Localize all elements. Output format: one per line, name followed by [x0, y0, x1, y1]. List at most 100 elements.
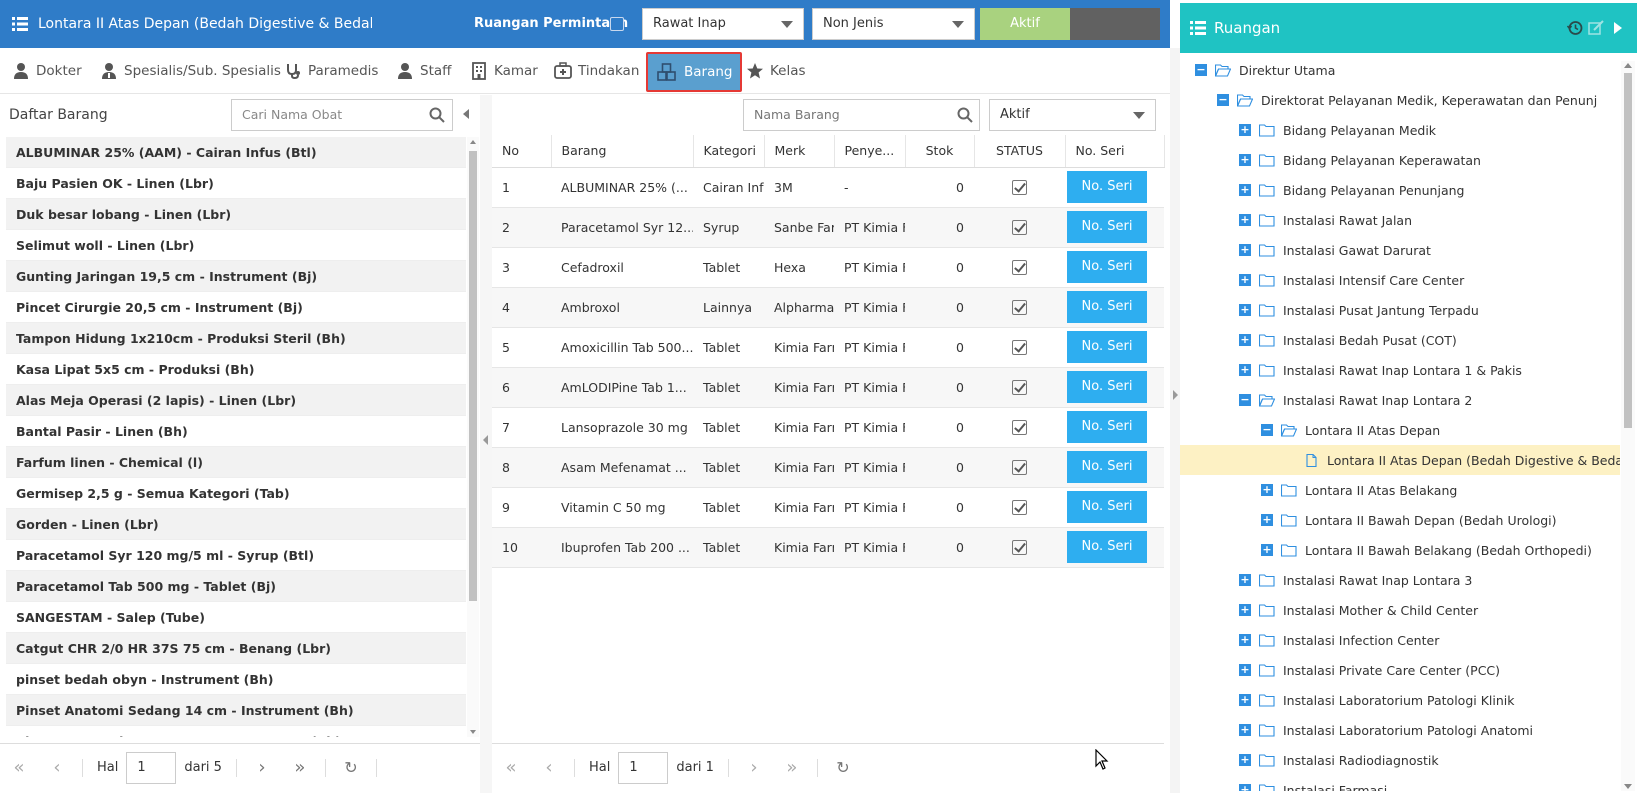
no-seri-button[interactable]: No. Seri [1067, 331, 1147, 363]
collapse-node-icon[interactable]: − [1261, 424, 1273, 436]
ruangan-permintaan-checkbox[interactable] [610, 17, 624, 31]
tree-node[interactable]: + Instalasi Laboratorium Patologi Anatomi [1239, 715, 1533, 745]
no-seri-button[interactable]: No. Seri [1067, 411, 1147, 443]
expand-node-icon[interactable]: + [1261, 484, 1273, 496]
list-item[interactable]: Selimut woll - Linen (Lbr) [6, 230, 466, 261]
column-header[interactable]: STATUS [974, 135, 1066, 168]
left-splitter[interactable] [480, 95, 492, 793]
jenis-select[interactable]: Non Jenis [812, 8, 975, 40]
history-icon[interactable] [1567, 20, 1583, 36]
no-seri-button[interactable]: No. Seri [1067, 451, 1147, 483]
edit-icon[interactable] [1588, 20, 1604, 36]
status-checkbox[interactable] [1012, 380, 1027, 395]
play-icon[interactable] [1612, 20, 1624, 36]
table-row[interactable]: 4 Ambroxol Lainnya Alpharma PT Kimia F 0 No. S… [492, 287, 1164, 328]
tab-spesialis[interactable]: Spesialis/Sub. Spesialis [100, 48, 281, 94]
column-header[interactable]: Penye... [834, 135, 906, 168]
nama-barang-input[interactable]: Nama Barang [743, 99, 980, 131]
scroll-up-icon[interactable] [470, 140, 476, 144]
expand-node-icon[interactable]: + [1239, 214, 1251, 226]
expand-node-icon[interactable]: + [1239, 124, 1251, 136]
left-scrollbar[interactable] [467, 137, 479, 737]
status-checkbox[interactable] [1012, 220, 1027, 235]
table-row[interactable]: 3 Cefadroxil Tablet Hexa PT Kimia F 0 No. Seri [492, 247, 1164, 288]
tree-node[interactable]: + Instalasi Gawat Darurat [1239, 235, 1431, 265]
tab-staff[interactable]: Staff [396, 48, 451, 94]
tab-barang[interactable]: Barang [646, 52, 743, 92]
expand-node-icon[interactable]: + [1239, 304, 1251, 316]
collapse-node-icon[interactable]: − [1239, 394, 1251, 406]
refresh-icon[interactable]: ↻ [824, 758, 862, 777]
prev-page-icon[interactable]: ‹ [530, 757, 568, 778]
expand-arrow-icon[interactable] [1173, 390, 1178, 400]
table-row[interactable]: 10Ibuprofen Tab 200 ...TabletKimia Farma… [492, 527, 1164, 568]
no-seri-button[interactable]: No. Seri [1067, 251, 1147, 283]
scroll-down-icon[interactable] [470, 730, 476, 734]
no-seri-button[interactable]: No. Seri [1067, 171, 1147, 203]
table-row[interactable]: 6AmLODIPine Tab 1...TabletKimia FarmaPT … [492, 367, 1164, 408]
expand-node-icon[interactable]: + [1239, 724, 1251, 736]
expand-node-icon[interactable]: + [1239, 274, 1251, 286]
page-number-input[interactable]: 1 [126, 751, 177, 784]
list-item[interactable]: Pinset Anatomi Sedang 14 cm - Instrument… [6, 695, 466, 726]
list-item[interactable]: Tampon Hidung 1x210cm - Produksi Steril … [6, 323, 466, 354]
scroll-down-icon[interactable] [1624, 784, 1632, 789]
status-checkbox[interactable] [1012, 300, 1027, 315]
column-header[interactable]: Merk [764, 135, 835, 168]
tree-node[interactable]: + Lontara II Bawah Depan (Bedah Urologi) [1261, 505, 1557, 535]
list-item[interactable]: Pincet Cirurgie 20,5 cm - Instrument (Bj… [6, 292, 466, 323]
column-header[interactable]: Barang [551, 135, 694, 168]
list-item[interactable]: Farfum linen - Chemical (l) [6, 447, 466, 478]
tree-node[interactable]: − Direktur Utama [1195, 55, 1335, 85]
table-row[interactable]: 7Lansoprazole 30 mgTabletKimia FarmaPT K… [492, 407, 1164, 448]
list-item[interactable]: Gorden - Linen (Lbr) [6, 509, 466, 540]
expand-node-icon[interactable]: + [1239, 694, 1251, 706]
tab-dokter[interactable]: Dokter [12, 48, 82, 94]
nonaktif-button[interactable] [1070, 8, 1160, 40]
list-item[interactable]: Duk besar lobang - Linen (Lbr) [6, 199, 466, 230]
expand-node-icon[interactable]: + [1239, 784, 1251, 791]
list-item[interactable]: Baju Pasien OK - Linen (Lbr) [6, 168, 466, 199]
expand-node-icon[interactable]: + [1239, 364, 1251, 376]
table-row[interactable]: 8Asam Mefenamat ...TabletKimia FarmaPT K… [492, 447, 1164, 488]
refresh-icon[interactable]: ↻ [332, 758, 370, 777]
tree-node[interactable]: + Instalasi Radiodiagnostik [1239, 745, 1439, 775]
tab-kamar[interactable]: Kamar [470, 48, 538, 94]
expand-node-icon[interactable]: + [1239, 634, 1251, 646]
search-icon[interactable] [429, 107, 445, 123]
cari-obat-input[interactable]: Cari Nama Obat [231, 99, 453, 131]
list-item[interactable]: Pinset Anatomi Besar 20 cm - Instrument … [6, 726, 466, 737]
column-header[interactable]: No. Seri [1065, 135, 1165, 168]
tree-node[interactable]: + Instalasi Mother & Child Center [1239, 595, 1478, 625]
first-page-icon[interactable]: « [492, 757, 530, 778]
list-item[interactable]: Catgut CHR 2/0 HR 37S 75 cm - Benang (Lb… [6, 633, 466, 664]
collapse-node-icon[interactable]: − [1217, 94, 1229, 106]
list-item[interactable]: Bantal Pasir - Linen (Bh) [6, 416, 466, 447]
right-splitter[interactable] [1170, 48, 1180, 793]
tree-node[interactable]: + Instalasi Rawat Jalan [1239, 205, 1412, 235]
no-seri-button[interactable]: No. Seri [1067, 531, 1147, 563]
last-page-icon[interactable]: » [773, 757, 811, 778]
no-seri-button[interactable]: No. Seri [1067, 291, 1147, 323]
rawat-select[interactable]: Rawat Inap [642, 8, 804, 40]
scroll-thumb[interactable] [469, 151, 477, 601]
expand-node-icon[interactable]: + [1239, 334, 1251, 346]
scroll-up-icon[interactable] [1624, 63, 1632, 68]
expand-node-icon[interactable]: + [1261, 514, 1273, 526]
collapse-left-icon[interactable] [463, 109, 469, 119]
tree-node[interactable]: + Instalasi Laboratorium Patologi Klinik [1239, 685, 1514, 715]
page-number-input[interactable]: 1 [618, 751, 669, 784]
tree-node[interactable]: + Bidang Pelayanan Keperawatan [1239, 145, 1481, 175]
tree-node[interactable]: + Lontara II Atas Belakang [1261, 475, 1457, 505]
list-item[interactable]: Paracetamol Syr 120 mg/5 ml - Syrup (Btl… [6, 540, 466, 571]
collapse-node-icon[interactable]: − [1195, 64, 1207, 76]
tree-node[interactable]: + Instalasi Bedah Pusat (COT) [1239, 325, 1457, 355]
table-row[interactable]: 1ALBUMINAR 25% (...Cairan Infus3M-0 No. S… [492, 167, 1164, 208]
list-item[interactable]: Germisep 2,5 g - Semua Kategori (Tab) [6, 478, 466, 509]
list-item[interactable]: ALBUMINAR 25% (AAM) - Cairan Infus (Btl) [6, 137, 466, 168]
tree-node[interactable]: − Instalasi Rawat Inap Lontara 2 [1239, 385, 1472, 415]
tree-node[interactable]: + Instalasi Pusat Jantung Terpadu [1239, 295, 1479, 325]
column-header[interactable]: Kategori [693, 135, 765, 168]
first-page-icon[interactable]: « [0, 757, 38, 778]
status-filter-select[interactable]: Aktif [989, 99, 1156, 131]
